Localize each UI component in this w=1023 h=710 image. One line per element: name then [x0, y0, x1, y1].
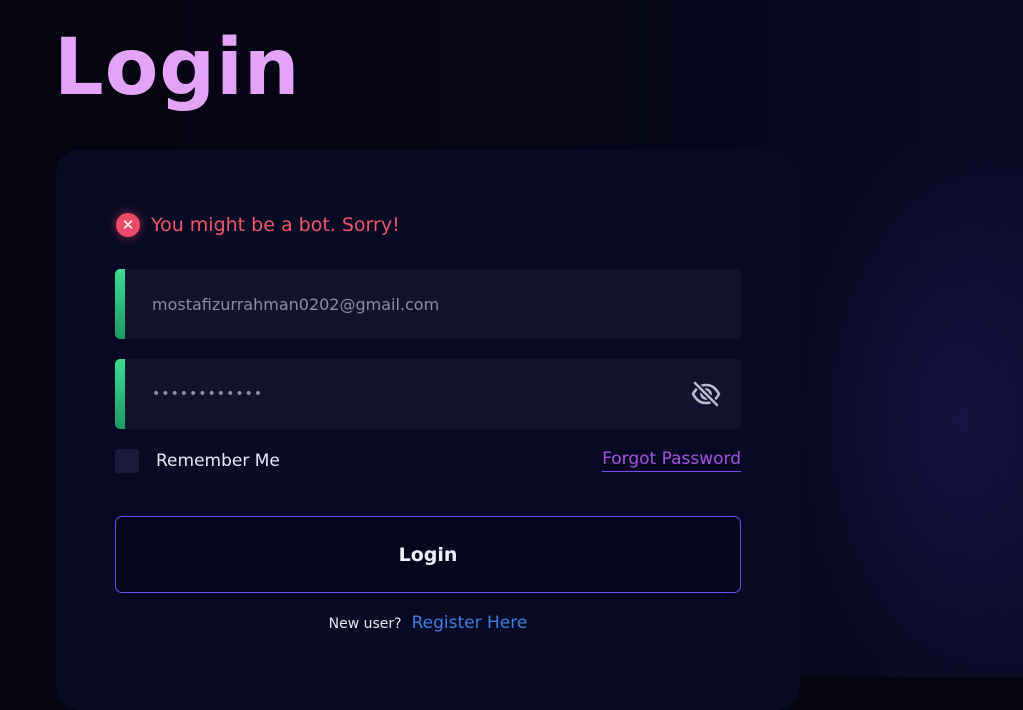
register-row: New user? Register Here — [56, 613, 800, 633]
eye-off-icon[interactable] — [691, 380, 721, 408]
password-field-accent — [115, 359, 125, 429]
email-field-container — [115, 269, 741, 339]
error-x-icon: ✕ — [116, 213, 140, 237]
remember-me[interactable]: Remember Me — [115, 448, 280, 474]
remember-me-checkbox[interactable] — [115, 449, 139, 473]
error-message: ✕ You might be a bot. Sorry! — [116, 211, 400, 239]
login-button[interactable]: Login — [115, 516, 741, 593]
login-card: ✕ You might be a bot. Sorry! Remember Me… — [56, 150, 800, 710]
remember-me-label: Remember Me — [156, 451, 280, 471]
forgot-password-link[interactable]: Forgot Password — [602, 449, 741, 472]
email-field-accent — [115, 269, 125, 339]
page-title: Login — [54, 23, 301, 113]
error-text: You might be a bot. Sorry! — [151, 214, 400, 236]
email-input[interactable] — [152, 269, 672, 339]
register-link[interactable]: Register Here — [412, 613, 528, 633]
password-field-container — [115, 359, 741, 429]
register-prompt: New user? — [328, 616, 402, 632]
password-input[interactable] — [152, 359, 672, 429]
